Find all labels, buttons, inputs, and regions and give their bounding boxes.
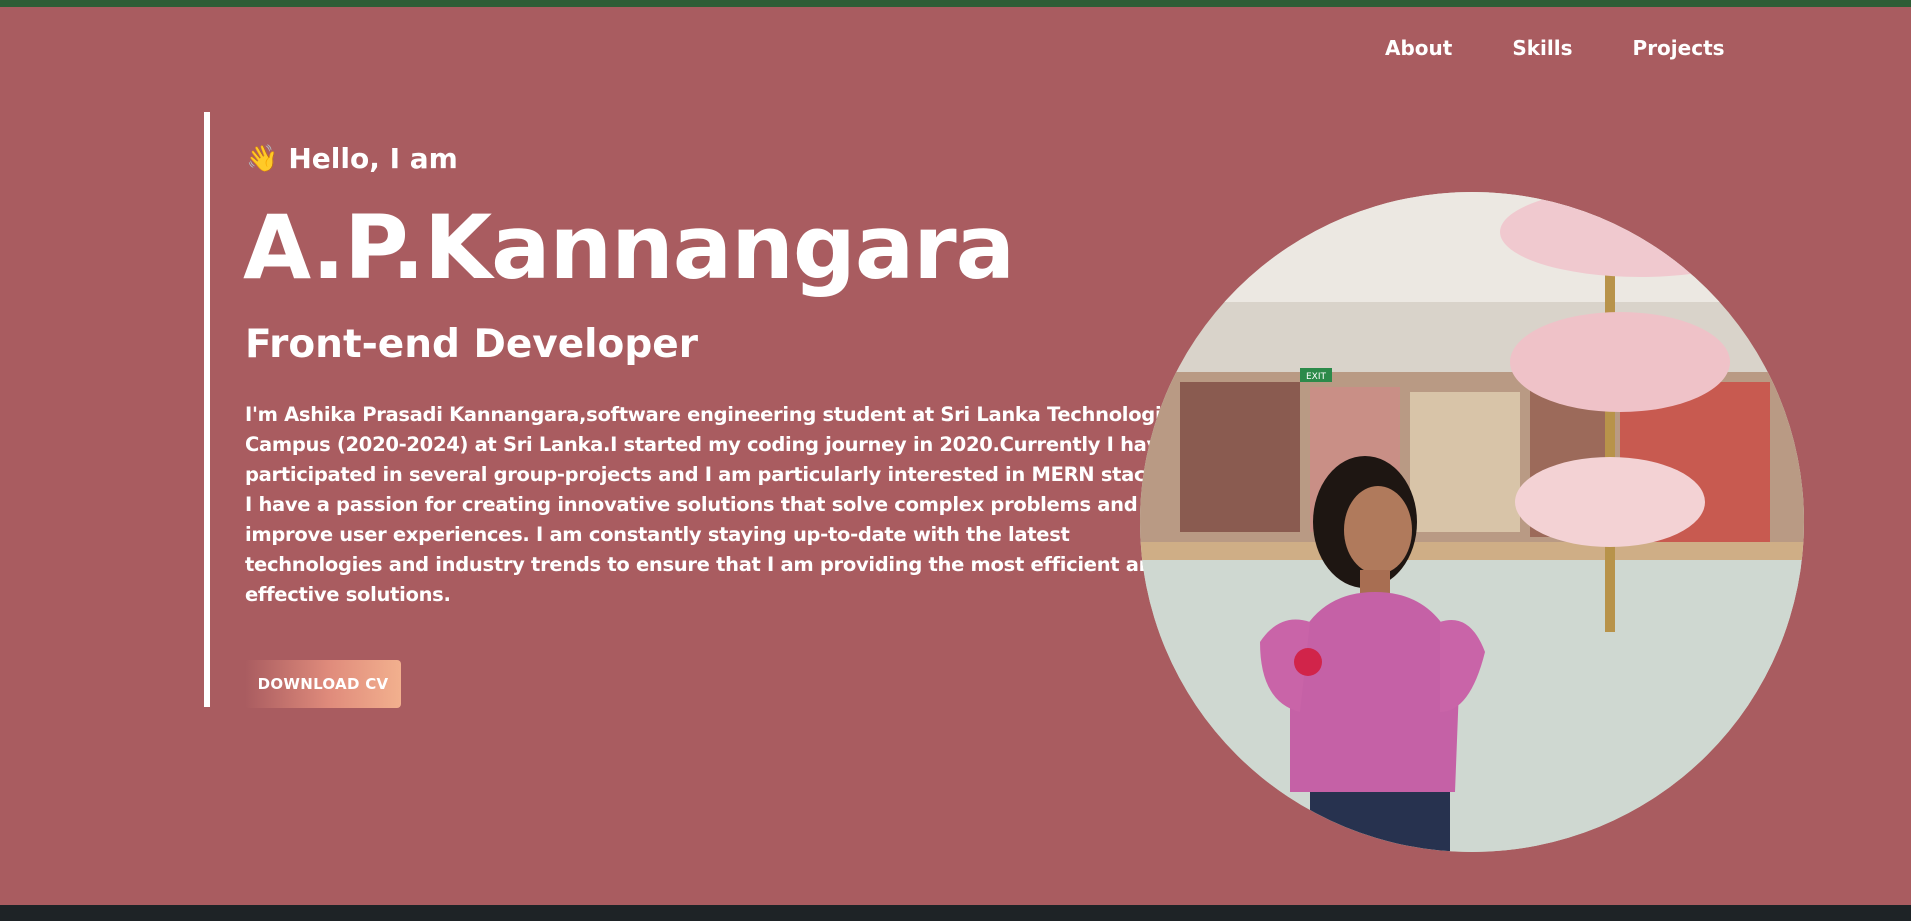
bio-line: I'm Ashika Prasadi Kannangara,software e…	[245, 403, 1192, 426]
bio-line: Campus (2020-2024) at Sri Lanka.I starte…	[245, 433, 1172, 456]
nav-link-about[interactable]: About	[1385, 36, 1452, 60]
greeting: 👋 Hello, I am	[246, 142, 458, 175]
bio-line: technologies and industry trends to ensu…	[245, 553, 1166, 576]
intro-section: 👋 Hello, I am A.P.Kannangara Front-end D…	[204, 112, 1192, 708]
profile-photo: EXIT	[1140, 192, 1804, 852]
top-accent-bar	[0, 0, 1911, 7]
nav-link-projects[interactable]: Projects	[1633, 36, 1725, 60]
bio-line: effective solutions.	[245, 583, 451, 606]
bio-paragraph: I'm Ashika Prasadi Kannangara,software e…	[245, 400, 1192, 610]
download-cv-button[interactable]: DOWNLOAD CV	[245, 660, 401, 708]
bio-line: participated in several group-projects a…	[245, 463, 1166, 486]
exit-sign-text: EXIT	[1306, 372, 1327, 382]
waving-hand-icon: 👋	[246, 143, 279, 174]
greeting-text: Hello, I am	[288, 142, 458, 175]
developer-role: Front-end Developer	[245, 322, 698, 367]
main-nav: About Skills Projects	[1385, 36, 1725, 60]
nav-link-skills[interactable]: Skills	[1512, 36, 1572, 60]
developer-name: A.P.Kannangara	[243, 196, 1015, 299]
bio-line: I have a passion for creating innovative…	[245, 493, 1138, 516]
bio-line: improve user experiences. I am constantl…	[245, 523, 1070, 546]
os-taskbar	[0, 905, 1911, 921]
profile-photo-illustration: EXIT	[1140, 192, 1804, 852]
